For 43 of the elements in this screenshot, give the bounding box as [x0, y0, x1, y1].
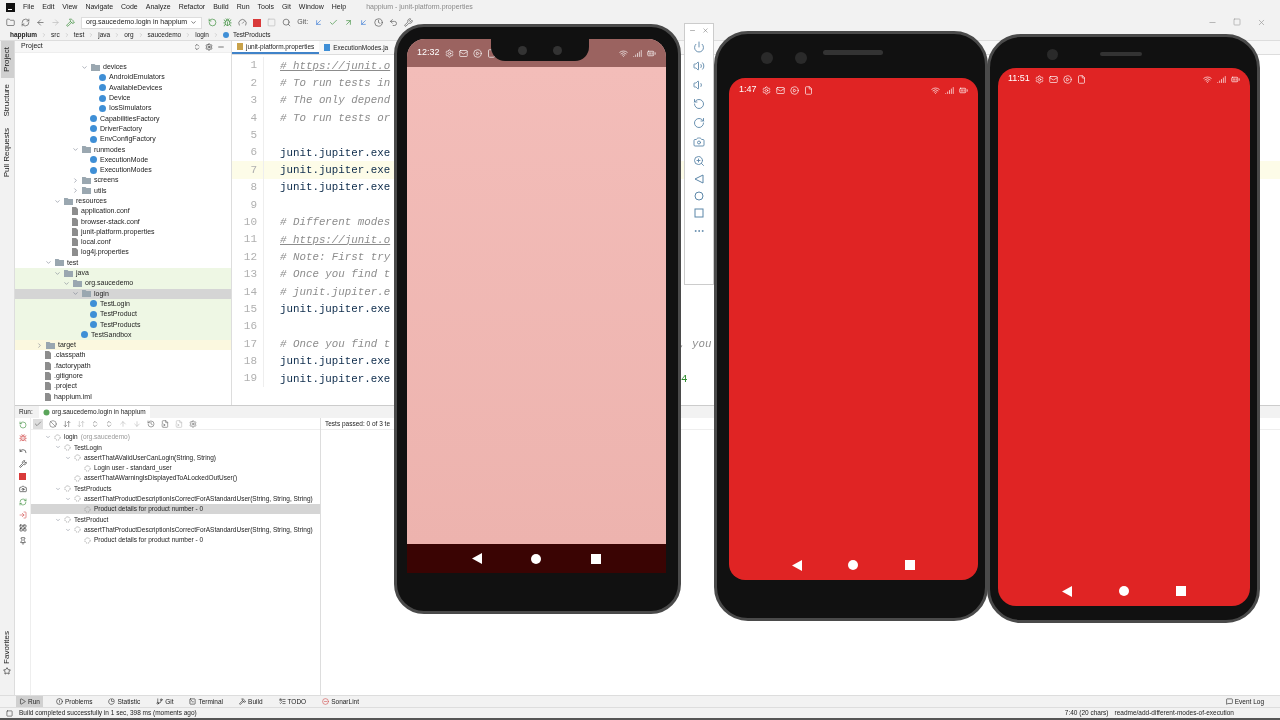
line-number: 5	[232, 126, 264, 144]
line-number: 11	[232, 230, 264, 249]
status-time: 11:51	[1008, 72, 1030, 86]
code-line: # junit.jupiter.e	[280, 284, 391, 300]
line-number: 8	[232, 178, 264, 197]
line-number: 19	[232, 370, 264, 388]
line-number: 17	[232, 335, 264, 353]
code-line: # Once you find t	[280, 267, 391, 283]
tool-window-tab[interactable]: Project	[0, 41, 14, 78]
code-line: # Once you find t	[280, 336, 391, 352]
code-line: # https://junit.o	[280, 232, 391, 248]
line-number: 12	[232, 248, 264, 266]
status-time: 12:32	[417, 46, 440, 60]
code-line: junit.jupiter.exe	[280, 162, 391, 178]
line-number: 1	[232, 57, 264, 75]
code-line: junit.jupiter.exe	[280, 180, 391, 196]
line-number: 7	[232, 161, 264, 179]
line-number: 10	[232, 213, 264, 231]
tool-window-tab[interactable]: Structure	[0, 77, 14, 123]
line-number: 16	[232, 317, 264, 336]
code-fragment: , you	[679, 336, 712, 352]
code-line: # Different modes	[280, 215, 391, 231]
code-line: junit.jupiter.exe	[280, 145, 391, 161]
code-line: # https://junit.o	[280, 58, 391, 74]
code-line: junit.jupiter.exe	[280, 302, 391, 318]
code-line: # The only depend	[280, 93, 391, 109]
line-number: 9	[232, 196, 264, 214]
code-fragment: 4	[681, 371, 688, 387]
line-number: 3	[232, 91, 264, 110]
line-number: 15	[232, 300, 264, 318]
line-number: 18	[232, 352, 264, 371]
line-number: 14	[232, 283, 264, 301]
code-line: junit.jupiter.exe	[280, 354, 391, 370]
line-number: 13	[232, 265, 264, 284]
code-line: # Note: First try	[280, 249, 391, 265]
line-number: 2	[232, 74, 264, 92]
code-line: # To run tests in	[280, 76, 391, 91]
status-time: 1:47	[739, 83, 757, 97]
code-line: junit.jupiter.exe	[280, 371, 391, 387]
code-line: # To run tests or	[280, 110, 391, 126]
tool-window-tab[interactable]: Favorites	[0, 627, 14, 679]
tool-window-tab[interactable]: Pull Requests	[0, 122, 14, 184]
line-number: 4	[232, 109, 264, 127]
